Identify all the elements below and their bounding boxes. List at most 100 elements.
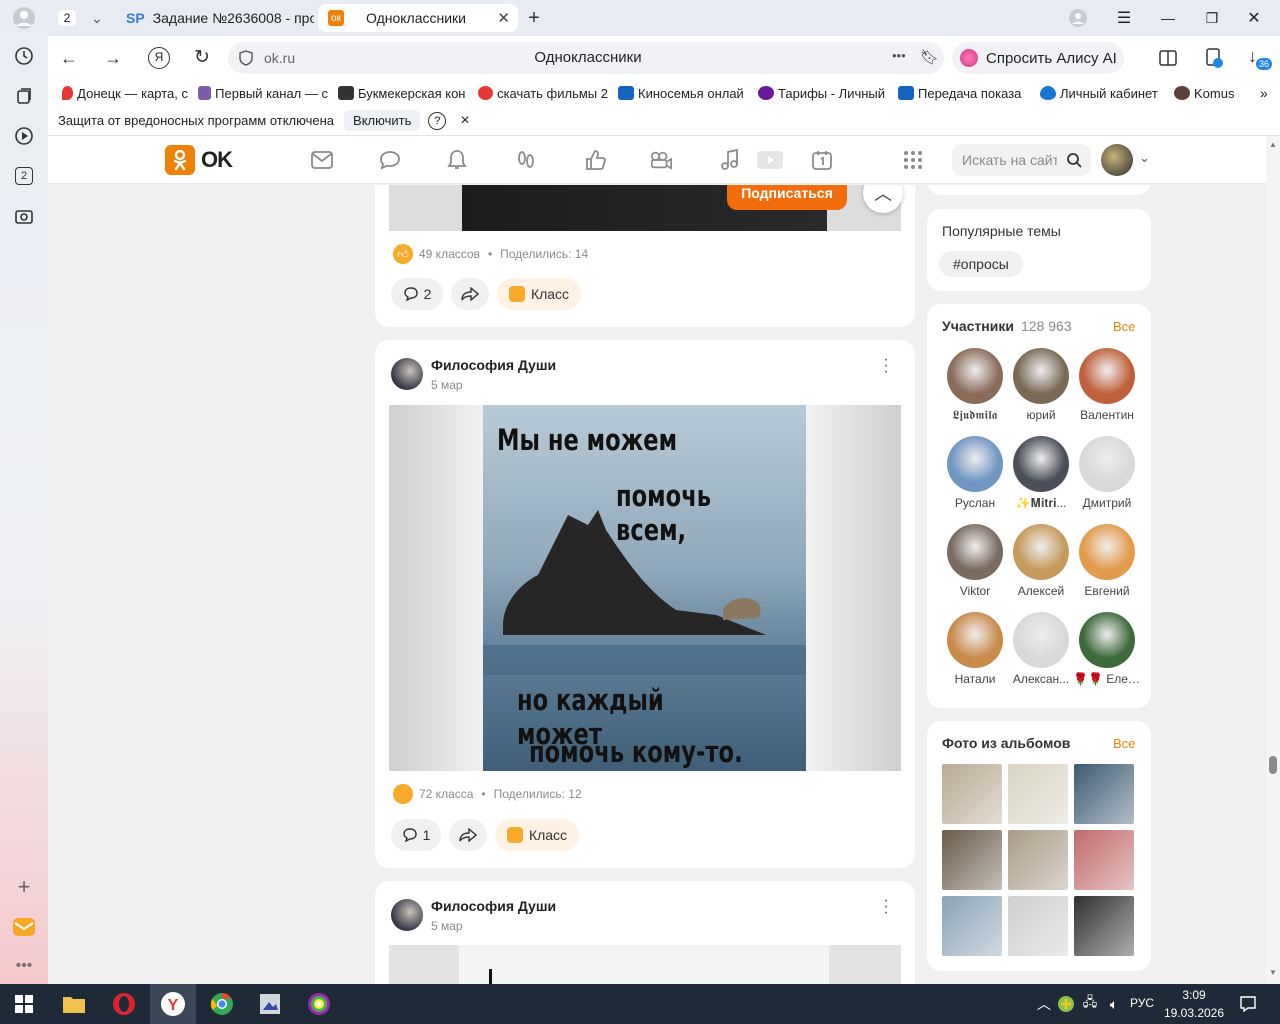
- screenshot-icon[interactable]: [10, 202, 38, 230]
- post-menu-icon[interactable]: · · ·: [880, 893, 892, 921]
- history-icon[interactable]: [10, 42, 38, 70]
- member-avatar[interactable]: [1079, 436, 1135, 492]
- ok-logo[interactable]: OK: [165, 145, 233, 175]
- account-icon[interactable]: [1066, 4, 1090, 32]
- share-button[interactable]: [451, 278, 489, 310]
- opera-icon[interactable]: [110, 990, 138, 1018]
- member-name[interactable]: Натали: [941, 672, 1009, 686]
- page-scrollbar[interactable]: ▲ ▼: [1266, 136, 1280, 984]
- album-photo[interactable]: [1074, 764, 1134, 824]
- album-photo[interactable]: [942, 830, 1002, 890]
- member-avatar[interactable]: [947, 524, 1003, 580]
- tag-chip[interactable]: #опросы: [939, 251, 1023, 277]
- member-name[interactable]: ✨𝐌𝐢𝐭𝐫𝐢...: [1007, 496, 1075, 511]
- restore-icon[interactable]: ❐: [1200, 4, 1224, 32]
- member-avatar[interactable]: [1013, 348, 1069, 404]
- new-tab-icon[interactable]: +: [522, 4, 546, 32]
- scroll-thumb[interactable]: [1269, 756, 1277, 774]
- bookmark-item[interactable]: Первый канал — с: [198, 86, 328, 101]
- shares-count[interactable]: Поделились: 12: [494, 787, 582, 801]
- member-avatar[interactable]: [1013, 612, 1069, 668]
- tabs-dropdown-icon[interactable]: ⌄: [84, 4, 110, 32]
- members-all-link[interactable]: Все: [1113, 319, 1135, 334]
- extension-icon[interactable]: [1204, 47, 1224, 72]
- reload-icon[interactable]: ↻: [194, 46, 210, 69]
- more-options-icon[interactable]: •••: [892, 48, 906, 63]
- member-name[interactable]: Руслан: [941, 496, 1009, 510]
- discussions-icon[interactable]: [378, 148, 402, 172]
- subscribe-button[interactable]: Подписаться: [727, 185, 847, 210]
- add-panel-icon[interactable]: +: [10, 873, 38, 901]
- volume-icon[interactable]: 🔈︎: [1100, 990, 1128, 1018]
- post-image[interactable]: [389, 945, 901, 984]
- more-icon[interactable]: •••: [10, 952, 38, 980]
- post-author[interactable]: Философия Души: [431, 357, 556, 373]
- member-avatar[interactable]: [1013, 436, 1069, 492]
- forward-icon[interactable]: →: [104, 48, 122, 69]
- enable-button[interactable]: Включить: [344, 110, 421, 131]
- video-play-icon[interactable]: [756, 148, 784, 172]
- ok-search-input[interactable]: Искать на сайте: [952, 144, 1091, 176]
- likes-count[interactable]: 72 класса: [419, 787, 473, 801]
- likes-icon[interactable]: [583, 148, 607, 172]
- bookmark-item[interactable]: Передача показа: [898, 86, 1030, 101]
- yandex-icon[interactable]: Я: [148, 47, 170, 69]
- guests-icon[interactable]: [514, 148, 538, 172]
- colorful-app-icon[interactable]: [305, 990, 333, 1018]
- member-avatar[interactable]: [1079, 524, 1135, 580]
- member-name[interactable]: 𝕷𝖏𝖚𝖉𝖒𝖎𝖑𝖆: [941, 408, 1009, 423]
- address-field[interactable]: ok.ru Одноклассники ••• 🔖︎: [228, 42, 944, 74]
- album-photo[interactable]: [1008, 830, 1068, 890]
- bookmark-item[interactable]: Донецк — карта, с: [62, 86, 188, 101]
- notifications-icon[interactable]: [445, 148, 469, 172]
- yandex-browser-taskbar-icon[interactable]: Y: [150, 984, 196, 1024]
- member-name[interactable]: Валентин: [1073, 408, 1141, 422]
- member-avatar[interactable]: [1013, 524, 1069, 580]
- album-photo[interactable]: [1008, 896, 1068, 956]
- menu-icon[interactable]: ☰: [1112, 4, 1136, 32]
- sidebar-tab-counter[interactable]: 2: [10, 162, 38, 190]
- share-button[interactable]: [449, 819, 487, 851]
- member-name[interactable]: Алексей: [1007, 584, 1075, 598]
- album-photo[interactable]: [1074, 830, 1134, 890]
- windows-start-icon[interactable]: [10, 990, 38, 1018]
- member-avatar[interactable]: [947, 436, 1003, 492]
- scroll-down-arrow-icon[interactable]: ▼: [1269, 968, 1277, 977]
- chrome-icon[interactable]: [208, 990, 236, 1018]
- calendar-icon[interactable]: [810, 148, 834, 172]
- bookmark-item[interactable]: Личный кабинет: [1040, 86, 1164, 101]
- member-name[interactable]: 🌹🌹 Елена: [1073, 672, 1141, 686]
- close-tab-icon[interactable]: ✕: [497, 9, 510, 27]
- album-photo[interactable]: [1074, 896, 1134, 956]
- tab-odnoklassniki[interactable]: ок Одноклассники ✕: [318, 4, 518, 32]
- tab-count-button[interactable]: 2: [52, 4, 82, 32]
- help-icon[interactable]: ?: [428, 111, 447, 130]
- album-photo[interactable]: [942, 764, 1002, 824]
- member-name[interactable]: Алексан...: [1007, 672, 1075, 686]
- user-avatar[interactable]: [1101, 144, 1133, 176]
- user-menu-chevron-icon[interactable]: ⌄: [1139, 150, 1150, 166]
- post-image[interactable]: Мы не можем помочь всем, но каждый может…: [389, 405, 901, 771]
- author-avatar[interactable]: [391, 899, 423, 931]
- explorer-icon[interactable]: [60, 990, 88, 1018]
- bookmark-item[interactable]: Киносемья онлай: [618, 86, 748, 101]
- notifications-center-icon[interactable]: [1234, 990, 1262, 1018]
- search-icon[interactable]: [1066, 152, 1082, 168]
- post-menu-icon[interactable]: · · ·: [880, 352, 892, 380]
- member-avatar[interactable]: [947, 348, 1003, 404]
- clock-date[interactable]: 19.03.2026: [1160, 1006, 1228, 1020]
- tab-zadanie[interactable]: SP Задание №2636008 - про: [126, 4, 314, 32]
- video-camera-icon[interactable]: [649, 148, 673, 172]
- member-avatar[interactable]: [1079, 348, 1135, 404]
- bookmark-item[interactable]: Тарифы - Личный: [758, 86, 888, 101]
- back-icon[interactable]: ←: [60, 48, 78, 69]
- apps-grid-icon[interactable]: [901, 148, 925, 172]
- comments-button[interactable]: 2: [391, 278, 443, 310]
- shares-count[interactable]: Поделились: 14: [500, 247, 588, 261]
- comments-button[interactable]: 1: [391, 819, 441, 851]
- close-window-icon[interactable]: ✕: [1242, 4, 1266, 32]
- album-photo[interactable]: [942, 896, 1002, 956]
- bookmark-item[interactable]: скачать фильмы 2: [478, 86, 608, 101]
- close-protection-icon[interactable]: ×: [460, 112, 469, 130]
- member-name[interactable]: юрий: [1007, 408, 1075, 422]
